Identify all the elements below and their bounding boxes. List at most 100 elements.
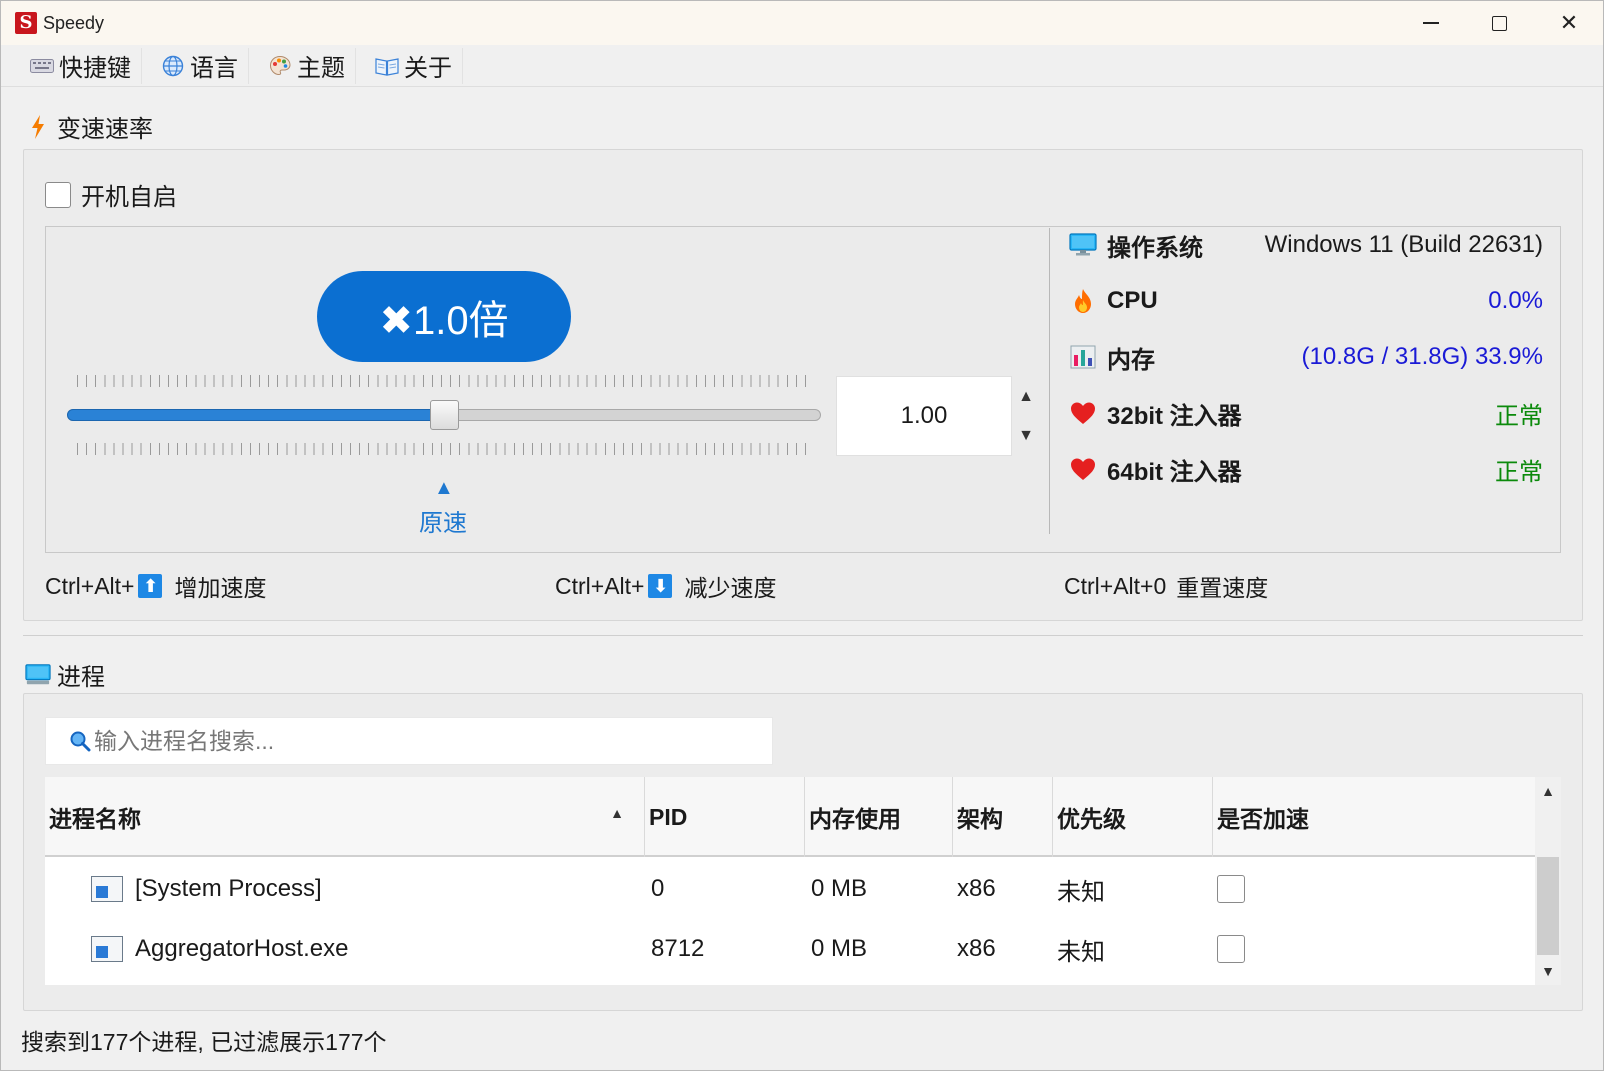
process-arch: x86 xyxy=(957,875,996,902)
speed-spinbox-value: 1.00 xyxy=(900,402,948,429)
os-value: Windows 11 (Build 22631) xyxy=(1264,231,1543,258)
column-header-name[interactable]: 进程名称 ▲ xyxy=(45,777,645,857)
column-header-priority-label: 优先级 xyxy=(1057,806,1126,832)
close-icon: ✕ xyxy=(1559,10,1579,35)
injector32-status: 正常 xyxy=(1495,402,1543,430)
lightning-icon xyxy=(25,114,51,140)
menu-label-theme: 主题 xyxy=(297,55,345,82)
process-name-cell: [System Process] xyxy=(91,859,322,919)
heart-icon xyxy=(1069,455,1097,483)
hotkey-decrease-combo: Ctrl+Alt+ xyxy=(555,572,645,599)
process-name: AggregatorHost.exe xyxy=(135,935,349,962)
menu-item-language[interactable]: 语言 xyxy=(156,47,249,84)
column-header-arch[interactable]: 架构 xyxy=(953,777,1053,857)
column-header-accelerated[interactable]: 是否加速 xyxy=(1213,777,1535,857)
globe-icon xyxy=(160,55,186,77)
accelerate-cell xyxy=(1217,919,1245,979)
spin-down-button[interactable]: ▼ xyxy=(1015,425,1037,447)
column-header-arch-label: 架构 xyxy=(957,806,1003,832)
status-bar: 搜索到177个进程, 已过滤展示177个 xyxy=(21,1029,387,1055)
heart-icon xyxy=(1069,399,1097,427)
title-bar: S Speedy ✕ xyxy=(1,1,1603,45)
minimize-icon xyxy=(1423,22,1439,24)
speed-multiplier-display: ✖1.0倍 xyxy=(317,271,571,362)
book-icon xyxy=(374,55,400,77)
window-title: Speedy xyxy=(43,13,105,33)
menu-item-about[interactable]: 关于 xyxy=(370,47,463,84)
memory-value: (10.8G / 31.8G) 33.9% xyxy=(1301,343,1543,370)
process-memory: 0 MB xyxy=(811,935,868,962)
injector64-status: 正常 xyxy=(1495,458,1543,486)
maximize-button[interactable] xyxy=(1465,1,1533,45)
close-button[interactable]: ✕ xyxy=(1535,1,1603,45)
menu-item-hotkeys[interactable]: 快捷键 xyxy=(25,47,142,84)
injector32-label: 32bit 注入器 xyxy=(1107,402,1242,430)
spin-up-button[interactable]: ▲ xyxy=(1015,386,1037,408)
hotkey-reset-action: 重置速度 xyxy=(1176,575,1269,601)
window-app-icon xyxy=(91,936,123,962)
panel-divider xyxy=(1049,228,1050,534)
process-pid: 0 xyxy=(651,875,665,902)
column-header-accelerated-label: 是否加速 xyxy=(1217,806,1309,832)
process-group-label: 进程 xyxy=(57,664,105,691)
keyboard-icon xyxy=(29,55,55,77)
slider-ticks-bottom xyxy=(77,443,811,455)
minimize-button[interactable] xyxy=(1397,1,1465,45)
menu-label-hotkeys: 快捷键 xyxy=(59,55,131,82)
process-search-box[interactable] xyxy=(45,717,773,765)
arrow-down-icon: ⬇ xyxy=(648,574,673,598)
computer-icon xyxy=(25,663,51,687)
memory-label: 内存 xyxy=(1107,346,1155,374)
accelerate-checkbox[interactable] xyxy=(1217,875,1245,903)
menu-label-language: 语言 xyxy=(190,55,238,82)
info-row-injector64: 64bit 注入器 正常 xyxy=(1069,449,1543,489)
scroll-up-icon: ▲ xyxy=(1541,783,1555,799)
speed-group-title: 变速速率 xyxy=(25,109,153,144)
scroll-down-button[interactable]: ▼ xyxy=(1535,961,1561,981)
autostart-check[interactable] xyxy=(45,181,71,208)
hotkey-reset-combo: Ctrl+Alt+0 xyxy=(1064,572,1167,599)
scroll-up-button[interactable]: ▲ xyxy=(1535,781,1561,801)
menu-label-about: 关于 xyxy=(404,55,452,82)
accelerate-checkbox[interactable] xyxy=(1217,935,1245,963)
column-header-pid[interactable]: PID xyxy=(645,777,805,857)
process-name: [System Process] xyxy=(135,875,322,902)
info-row-os: 操作系统 Windows 11 (Build 22631) xyxy=(1069,225,1543,265)
autostart-checkbox[interactable]: 开机自启 xyxy=(45,177,177,212)
table-header: 进程名称 ▲ PID 内存使用 架构 优先级 是否加速 xyxy=(45,777,1535,857)
menu-item-theme[interactable]: 主题 xyxy=(263,47,356,84)
process-search-input[interactable] xyxy=(94,727,734,755)
spin-down-icon: ▼ xyxy=(1018,427,1034,444)
search-icon xyxy=(68,729,92,753)
monitor-icon xyxy=(1069,231,1097,259)
flame-icon xyxy=(1069,287,1097,315)
speed-slider-handle[interactable] xyxy=(429,400,459,430)
sort-ascending-icon: ▲ xyxy=(610,805,624,821)
column-header-priority[interactable]: 优先级 xyxy=(1053,777,1213,857)
table-row[interactable]: AggregatorHost.exe 8712 0 MB x86 未知 xyxy=(45,919,1535,979)
hotkey-increase: Ctrl+Alt+ ⬆ 增加速度 xyxy=(45,569,266,603)
origin-speed-label[interactable]: 原速 xyxy=(419,503,467,538)
table-row[interactable]: [System Process] 0 0 MB x86 未知 xyxy=(45,859,1535,919)
hotkey-decrease: Ctrl+Alt+ ⬇ 减少速度 xyxy=(555,569,776,603)
process-group-title: 进程 xyxy=(25,657,105,692)
hotkey-increase-action: 增加速度 xyxy=(174,575,267,601)
app-logo-icon: S xyxy=(15,12,37,34)
table-scrollbar[interactable]: ▲ ▼ xyxy=(1535,777,1561,985)
hotkey-increase-combo: Ctrl+Alt+ xyxy=(45,572,135,599)
column-header-memory-label: 内存使用 xyxy=(809,806,901,832)
speed-spinbox[interactable]: 1.00 xyxy=(836,376,1012,456)
info-row-cpu: CPU 0.0% xyxy=(1069,281,1543,321)
speed-control-panel xyxy=(45,226,1561,553)
accelerate-cell xyxy=(1217,859,1245,919)
info-row-injector32: 32bit 注入器 正常 xyxy=(1069,393,1543,433)
hotkey-reset: Ctrl+Alt+0 重置速度 xyxy=(1064,569,1268,603)
process-name-cell: AggregatorHost.exe xyxy=(91,919,348,979)
info-row-memory: 内存 (10.8G / 31.8G) 33.9% xyxy=(1069,337,1543,377)
os-label: 操作系统 xyxy=(1107,234,1203,262)
menu-bar: 快捷键 语言 主题 关于 xyxy=(1,45,1603,87)
scroll-thumb[interactable] xyxy=(1537,857,1559,955)
cpu-label: CPU xyxy=(1107,287,1158,314)
column-header-memory[interactable]: 内存使用 xyxy=(805,777,953,857)
autostart-label: 开机自启 xyxy=(81,184,177,211)
